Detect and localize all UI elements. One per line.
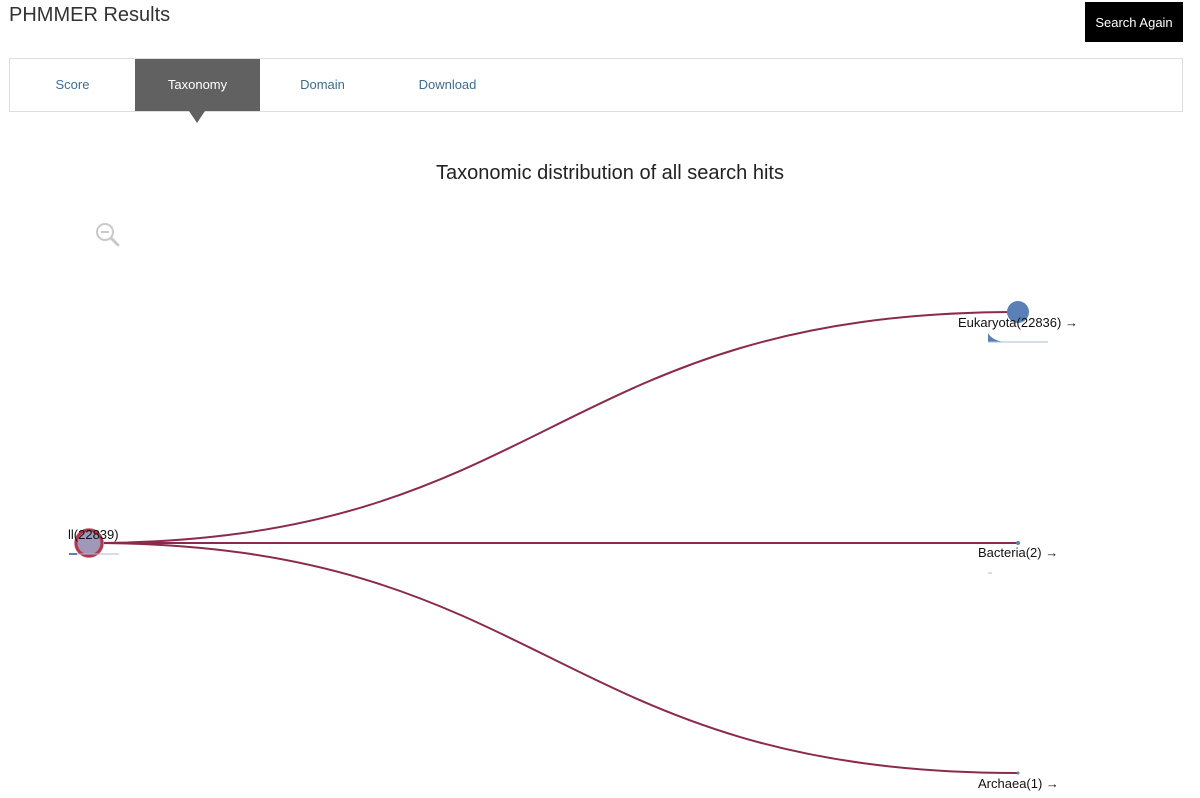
archaea-node-circle[interactable] [1016,771,1020,775]
bacteria-node-label: Bacteria(2) → [978,545,1058,560]
eukaryota-node-histogram [988,333,1003,342]
node-eukaryota[interactable]: Eukaryota(22836) → [958,301,1078,343]
node-archaea[interactable]: Archaea(1) → [978,771,1059,792]
eukaryota-node-label: Eukaryota(22836) → [958,315,1078,330]
archaea-node-label: Archaea(1) → [978,776,1059,791]
link-eukaryota [89,311,1019,544]
node-bacteria[interactable]: Bacteria(2) → [978,541,1058,574]
taxonomy-tree: ll(22839) Eukaryota(22836) → Bacteria(2)… [68,301,1078,792]
zoom-out-icon[interactable] [95,222,121,248]
root-node-label: ll(22839) [68,527,119,542]
phmmer-results-page: PHMMER Results Search Again Score Taxono… [0,0,1200,798]
link-archaea [89,542,1019,774]
